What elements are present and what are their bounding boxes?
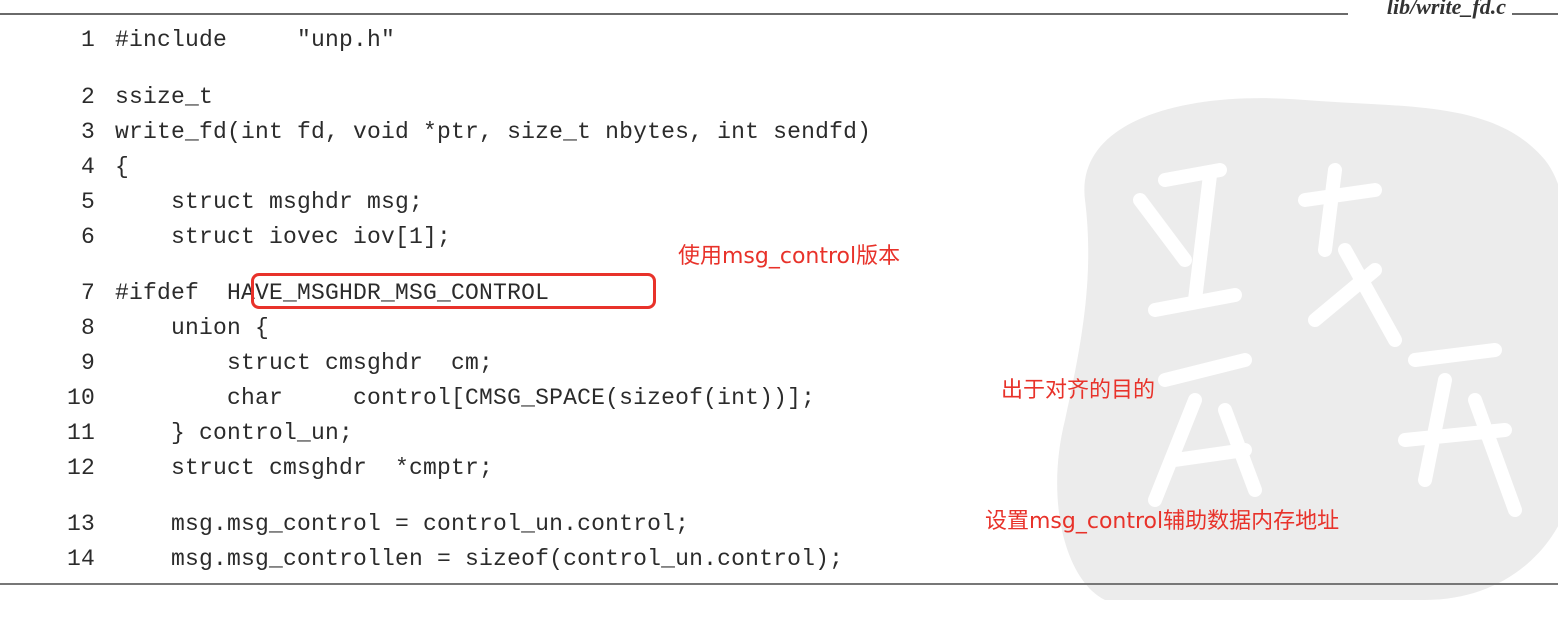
line-number: 8	[80, 315, 95, 341]
code-line: 9 struct cmsghdr cm;	[0, 348, 493, 378]
code-line: 12 struct cmsghdr *cmptr;	[0, 453, 493, 483]
line-number: 2	[80, 84, 95, 110]
line-number: 12	[66, 455, 95, 481]
footer-rule	[0, 583, 1558, 585]
code-text: char control[CMSG_SPACE(sizeof(int))];	[115, 385, 816, 411]
code-line: 3 write_fd(int fd, void *ptr, size_t nbyt…	[0, 117, 871, 147]
line-number: 13	[66, 511, 95, 537]
code-text: struct cmsghdr cm;	[115, 350, 494, 376]
line-number: 4	[80, 154, 95, 180]
annotation-alignment: 出于对齐的目的	[1001, 378, 1156, 403]
seal-stamp-icon	[1057, 98, 1558, 600]
annotation-address: 设置msg_control辅助数据内存地址	[985, 509, 1340, 534]
annotation-version: 使用msg_control版本	[678, 244, 901, 269]
code-text: {	[115, 154, 130, 180]
line-number: 9	[80, 350, 95, 376]
code-text: struct iovec iov[1];	[115, 224, 452, 250]
highlight-box	[251, 273, 656, 309]
line-number: 7	[80, 280, 95, 306]
code-line: 11 } control_un;	[0, 418, 353, 448]
line-number: 14	[66, 546, 95, 572]
line-number: 5	[80, 189, 95, 215]
line-number: 6	[80, 224, 95, 250]
code-text: ssize_t	[115, 84, 214, 110]
code-line: 6 struct iovec iov[1];	[0, 222, 451, 252]
code-text: write_fd(int fd, void *ptr, size_t nbyte…	[115, 119, 872, 145]
line-number: 1	[80, 27, 95, 53]
header-rule-right	[1512, 13, 1558, 15]
line-number: 10	[66, 385, 95, 411]
code-line: 5 struct msghdr msg;	[0, 187, 423, 217]
code-line: 2 ssize_t	[0, 82, 213, 112]
code-line: 10 char control[CMSG_SPACE(sizeof(int))]…	[0, 383, 815, 413]
code-line: 13 msg.msg_control = control_un.control;	[0, 509, 689, 539]
code-line: 1 #include "unp.h"	[0, 25, 395, 55]
code-text: #include "unp.h"	[115, 27, 396, 53]
code-line: 4{	[0, 152, 129, 182]
line-number: 3	[80, 119, 95, 145]
code-text: msg.msg_controllen = sizeof(control_un.c…	[115, 546, 844, 572]
code-text: struct msghdr msg;	[115, 189, 424, 215]
code-line: 8 union {	[0, 313, 269, 343]
filename-label: lib/write_fd.c	[1380, 0, 1512, 20]
line-number: 11	[66, 420, 95, 446]
code-line: 14 msg.msg_controllen = sizeof(control_u…	[0, 544, 843, 574]
code-text: struct cmsghdr *cmptr;	[115, 455, 494, 481]
code-text: msg.msg_control = control_un.control;	[115, 511, 690, 537]
code-text: union {	[115, 315, 270, 341]
header-rule	[0, 13, 1348, 15]
code-text: } control_un;	[115, 420, 354, 446]
